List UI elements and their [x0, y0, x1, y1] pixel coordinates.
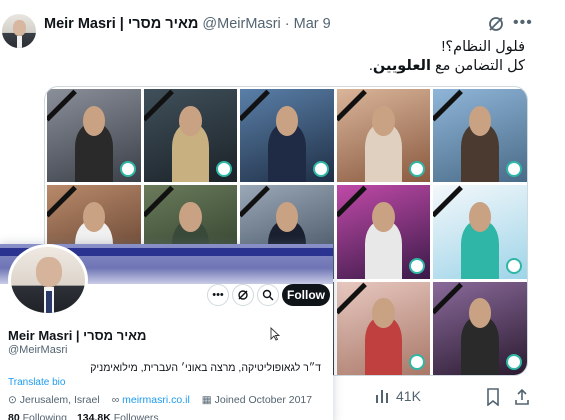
- followers-count: 134.8K: [76, 412, 111, 420]
- followers-label: Followers: [113, 412, 159, 420]
- profile-location: ⊙ Jerusalem, Israel: [8, 394, 100, 406]
- mourning-ribbon-icon: [336, 89, 367, 122]
- mourning-ribbon-icon: [336, 282, 367, 315]
- follow-button[interactable]: Follow: [282, 284, 330, 306]
- location-text: Jerusalem, Israel: [19, 394, 100, 406]
- watermark-logo-icon: [505, 161, 522, 178]
- search-icon: [262, 289, 274, 301]
- separator-dot: ·: [284, 16, 290, 32]
- share-icon[interactable]: [514, 388, 530, 406]
- photo-figure-head: [372, 202, 395, 232]
- calendar-icon: ▦: [201, 394, 212, 406]
- following-stat[interactable]: 80 Following: [8, 412, 67, 420]
- profile-website[interactable]: ∞ meirmasri.co.il: [112, 394, 190, 406]
- grok-icon: [238, 290, 248, 300]
- tweet-text-line2: كل التضامن مع العلويين.: [369, 57, 525, 76]
- mourning-ribbon-icon: [143, 185, 174, 218]
- follow-stats: 80 Following 134.8K Followers: [8, 412, 159, 420]
- views-stat[interactable]: 41K: [374, 388, 421, 404]
- mourning-ribbon-icon: [433, 185, 464, 218]
- photo-figure-head: [82, 105, 106, 136]
- more-icon[interactable]: •••: [513, 14, 533, 32]
- bar-chart-icon: [376, 390, 388, 403]
- mourning-ribbon-icon: [143, 89, 174, 122]
- joined-text: Joined October 2017: [214, 394, 313, 406]
- link-icon: ∞: [111, 394, 120, 406]
- photo-figure-head: [372, 105, 395, 136]
- profile-bio: ד״ר לגאופוליטיקה, מרצה באוני׳ העברית, מי…: [90, 362, 321, 374]
- mourning-ribbon-icon: [433, 89, 464, 122]
- photo-tile[interactable]: [143, 89, 238, 183]
- photo-tile[interactable]: [433, 185, 527, 279]
- translate-bio-link[interactable]: Translate bio: [8, 377, 65, 388]
- photo-figure-head: [468, 105, 492, 136]
- photo-tile[interactable]: [336, 185, 431, 279]
- followers-stat[interactable]: 134.8K Followers: [77, 412, 159, 420]
- following-label: Following: [22, 412, 67, 420]
- grok-button[interactable]: [232, 284, 254, 306]
- profile-avatar[interactable]: [8, 244, 88, 316]
- watermark-logo-icon: [119, 161, 136, 178]
- tweet-text-prefix: كل التضامن مع: [430, 58, 525, 74]
- website-link[interactable]: meirmasri.co.il: [122, 394, 190, 406]
- author-handle[interactable]: @MeirMasri: [202, 16, 280, 32]
- profile-joined: ▦ Joined October 2017: [202, 394, 312, 406]
- watermark-logo-icon: [505, 257, 522, 274]
- author-name[interactable]: Meir Masri | מאיר מסרי: [44, 16, 198, 32]
- watermark-logo-icon: [312, 161, 329, 178]
- photo-tile[interactable]: [433, 281, 527, 375]
- photo-figure-head: [179, 202, 202, 232]
- grok-icon[interactable]: [487, 15, 505, 33]
- photo-tile[interactable]: [47, 89, 141, 183]
- photo-figure-head: [275, 105, 299, 136]
- photo-tile[interactable]: [433, 89, 527, 183]
- photo-figure-head: [179, 105, 202, 136]
- author-avatar[interactable]: [2, 14, 36, 48]
- watermark-logo-icon: [409, 161, 426, 178]
- photo-tile[interactable]: [240, 89, 334, 183]
- more-options-button[interactable]: •••: [207, 284, 229, 306]
- bookmark-icon[interactable]: [486, 388, 500, 406]
- watermark-logo-icon: [216, 161, 233, 178]
- tweet-text-bold: العلويين: [372, 58, 431, 74]
- mourning-ribbon-icon: [47, 185, 77, 218]
- tweet-text: فلول النظام؟! كل التضامن مع العلويين.: [369, 38, 525, 76]
- photo-tile[interactable]: [336, 281, 431, 375]
- mourning-ribbon-icon: [240, 185, 271, 218]
- following-count: 80: [8, 412, 20, 420]
- photo-figure-head: [82, 202, 106, 232]
- mourning-ribbon-icon: [433, 282, 464, 315]
- photo-figure-head: [275, 202, 299, 232]
- location-pin-icon: ⊙: [8, 394, 17, 406]
- tweet-header: Meir Masri | מאיר מסרי @MeirMasri · Mar …: [44, 16, 525, 32]
- tweet-date[interactable]: Mar 9: [294, 16, 331, 32]
- search-button[interactable]: [257, 284, 279, 306]
- watermark-logo-icon: [505, 354, 522, 370]
- profile-name[interactable]: Meir Masri | מאיר מסרי: [8, 328, 146, 343]
- watermark-logo-icon: [409, 257, 426, 274]
- watermark-logo-icon: [409, 354, 426, 370]
- photo-tile[interactable]: [336, 89, 431, 183]
- mourning-ribbon-icon: [240, 89, 271, 122]
- mourning-ribbon-icon: [47, 89, 77, 122]
- photo-figure-head: [372, 298, 395, 329]
- mourning-ribbon-icon: [336, 185, 367, 218]
- mouse-cursor-icon: [270, 327, 280, 341]
- tweet-text-line1: فلول النظام؟!: [441, 39, 525, 55]
- profile-info: ⊙ Jerusalem, Israel ∞ meirmasri.co.il ▦ …: [8, 394, 312, 406]
- profile-handle[interactable]: @MeirMasri: [8, 344, 67, 356]
- profile-hover-card: ••• Follow Meir Masri | מאיר מסרי @MeirM…: [0, 244, 333, 420]
- views-count: 41K: [396, 388, 421, 404]
